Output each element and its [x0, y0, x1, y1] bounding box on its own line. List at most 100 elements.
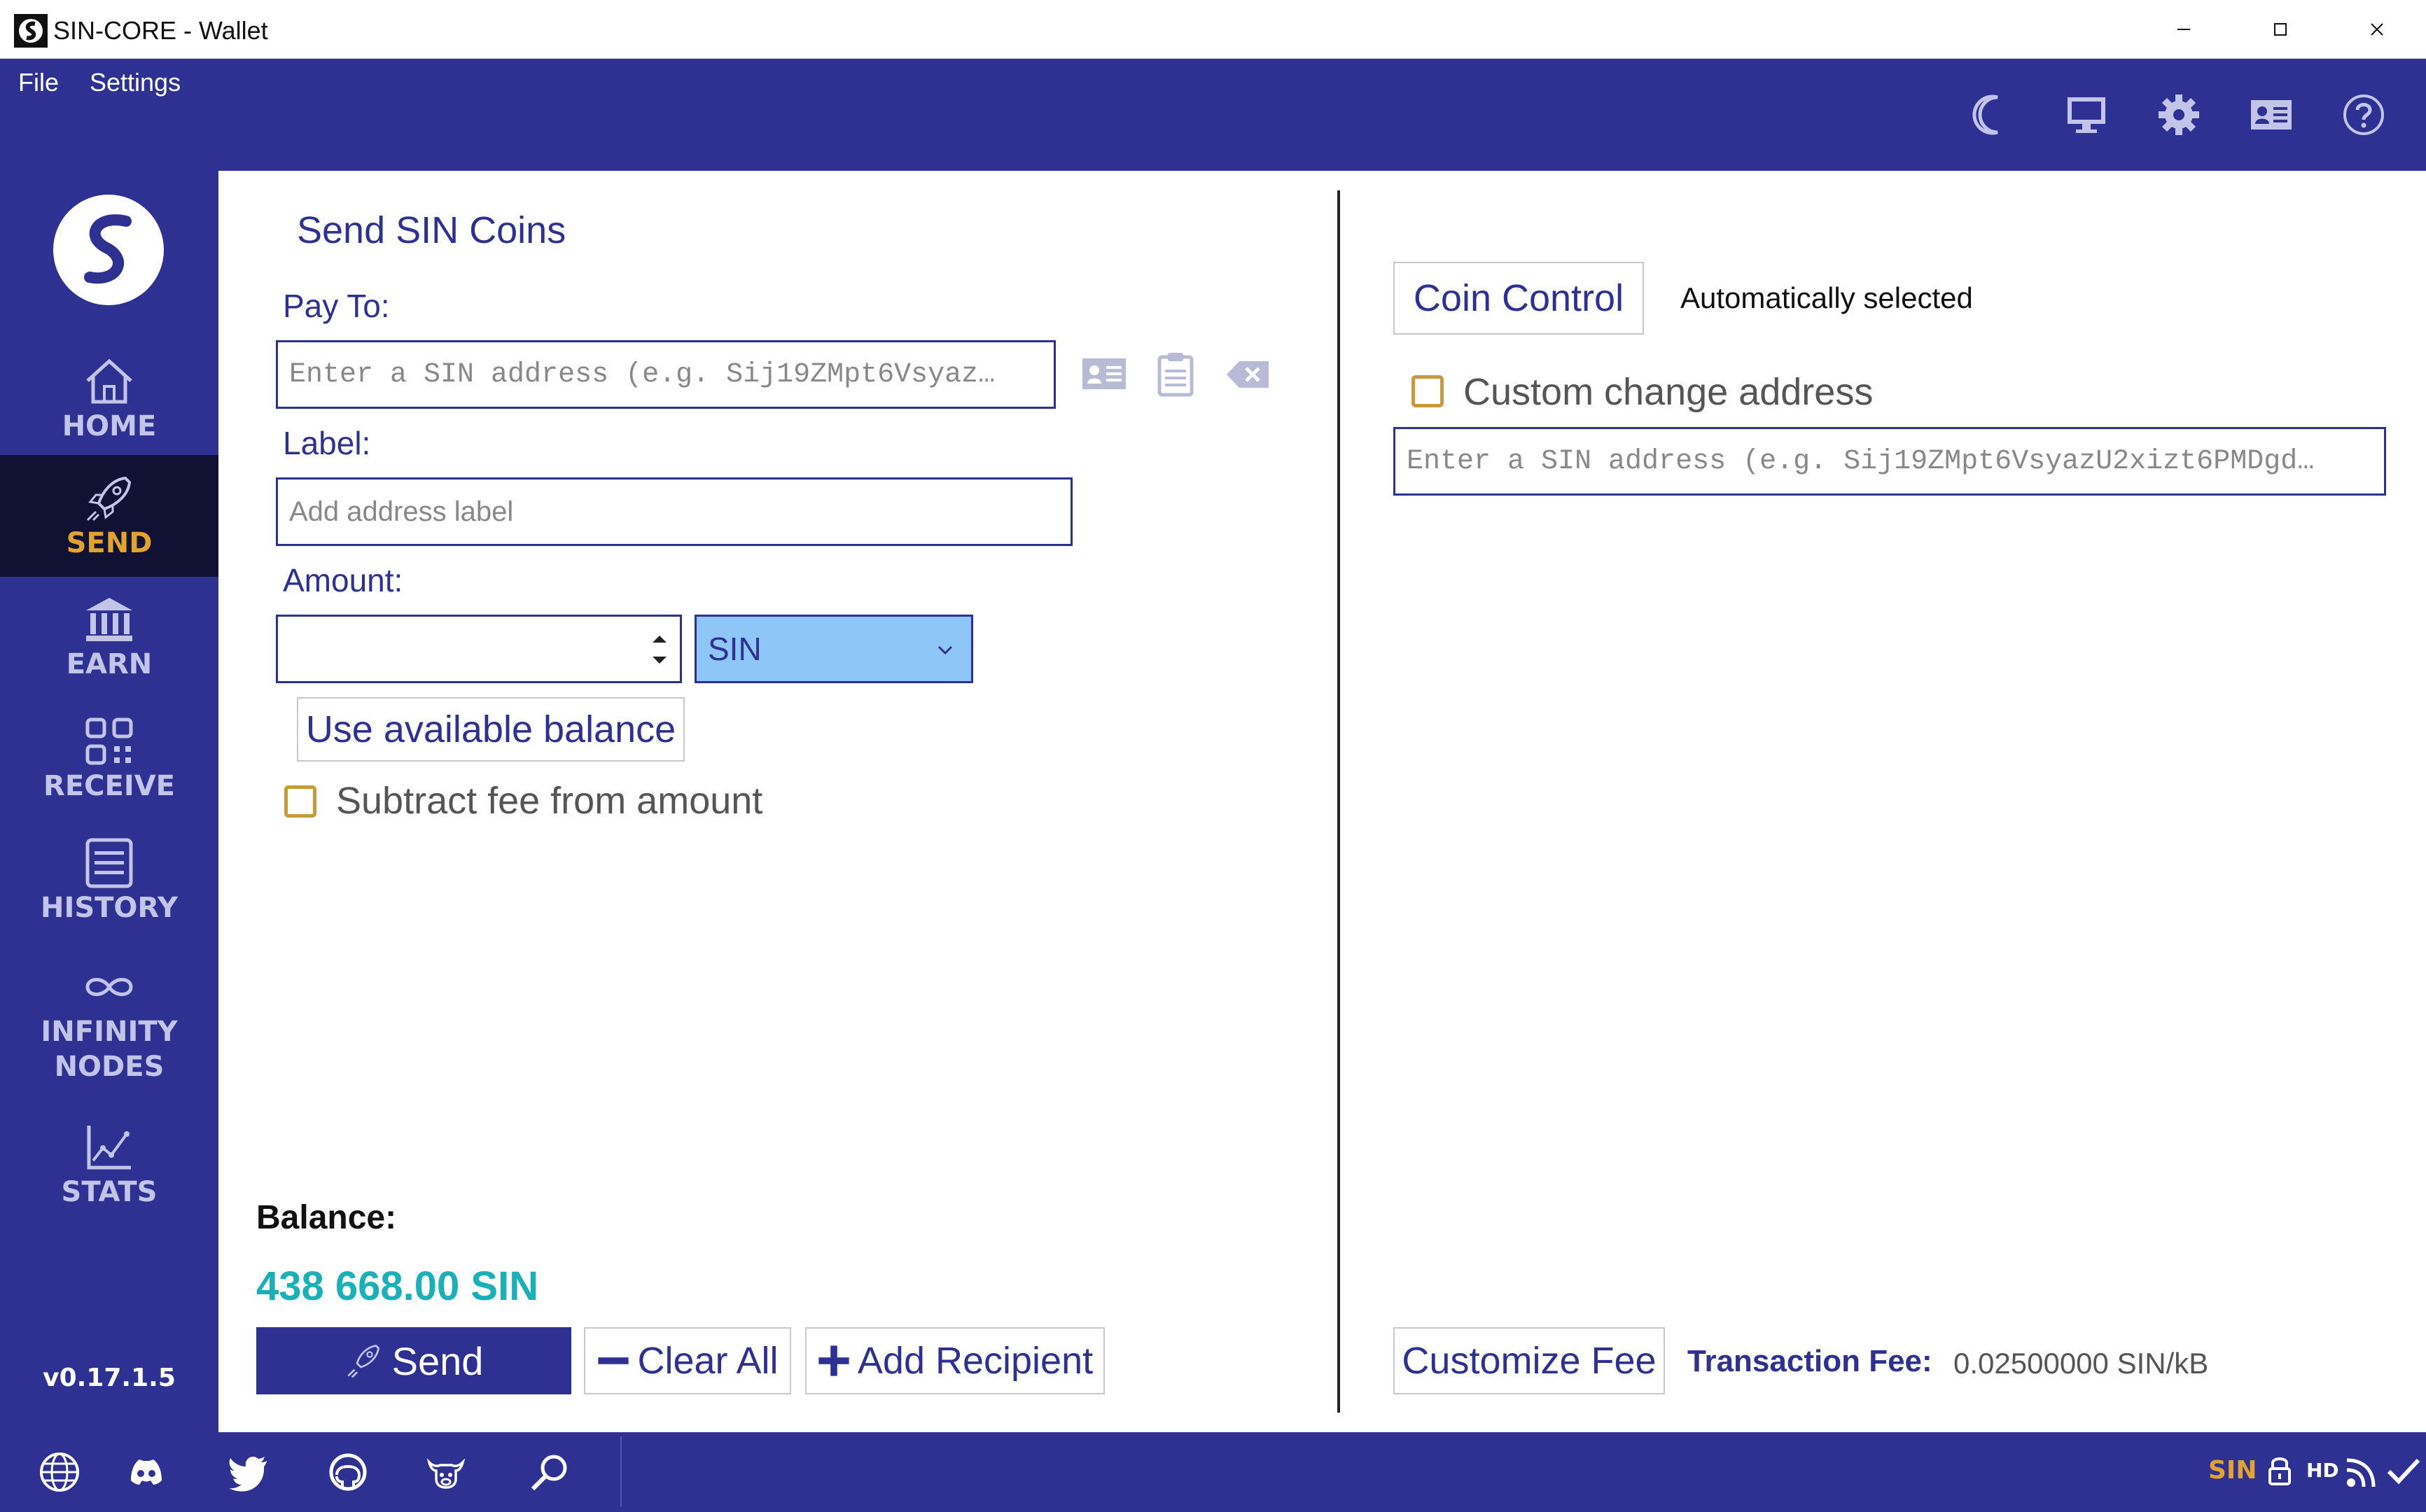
backspace-icon: [1227, 361, 1269, 388]
minimize-icon: [2177, 29, 2190, 30]
rocket-icon: [86, 476, 132, 522]
pay-to-label: Pay To:: [283, 288, 390, 324]
github-icon: [329, 1453, 367, 1491]
version-label: v0.17.1.5: [43, 1364, 176, 1392]
sin-logo: [53, 195, 164, 305]
search-icon: [531, 1455, 567, 1491]
sidebar-item-history[interactable]: HISTORY: [0, 825, 218, 937]
hd-status: HD: [2306, 1459, 2339, 1482]
sidebar-item-label: EARN: [66, 648, 153, 680]
website-link[interactable]: [34, 1446, 85, 1498]
transaction-fee-label: Transaction Fee:: [1687, 1344, 1932, 1378]
subtract-fee-label: Subtract fee from amount: [336, 780, 763, 822]
lock-icon: [2268, 1457, 2291, 1485]
github-link[interactable]: [322, 1446, 374, 1498]
add-recipient-label: Add Recipient: [857, 1340, 1094, 1382]
title-bar: [0, 0, 2426, 59]
twitter-link[interactable]: [223, 1446, 274, 1498]
coin-control-status: Automatically selected: [1680, 281, 1973, 314]
bull-icon: [426, 1458, 466, 1489]
moon-icon: [1972, 94, 1998, 135]
stats-icon: [87, 1126, 131, 1170]
amount-input[interactable]: [276, 615, 682, 683]
send-button[interactable]: Send: [256, 1327, 571, 1394]
label-input[interactable]: Add address label: [276, 477, 1073, 546]
minimize-button[interactable]: [2135, 0, 2232, 59]
contact-card-icon: [1082, 358, 1126, 389]
send-button-label: Send: [391, 1338, 484, 1383]
plus-icon: [818, 1345, 849, 1376]
label-field-label: Label:: [283, 425, 371, 461]
close-button[interactable]: [2329, 0, 2425, 59]
sidebar-item-infinity-nodes[interactable]: INFINITY NODES: [0, 952, 218, 1092]
maximize-icon: [2274, 23, 2287, 36]
coin-control-button[interactable]: Coin Control: [1393, 262, 1644, 335]
spinner-arrows-icon: [653, 636, 667, 664]
bank-icon: [86, 598, 132, 641]
globe-icon: [40, 1452, 79, 1492]
add-recipient-button[interactable]: Add Recipient: [805, 1327, 1105, 1394]
gear-icon: [2159, 94, 2199, 135]
amount-spinner[interactable]: [646, 622, 674, 678]
sync-status: [2385, 1452, 2422, 1490]
custom-change-label: Custom change address: [1463, 371, 1874, 413]
amount-label: Amount:: [283, 562, 403, 598]
unit-select[interactable]: SIN: [695, 615, 973, 683]
maximize-button[interactable]: [2232, 0, 2329, 59]
bottom-divider: [620, 1436, 622, 1506]
bull-link[interactable]: [420, 1446, 472, 1498]
sidebar-item-label: RECEIVE: [43, 770, 175, 802]
checkmark-icon: [2387, 1458, 2420, 1485]
sidebar-item-earn[interactable]: EARN: [0, 581, 218, 693]
rocket-icon: [347, 1344, 379, 1378]
sidebar-item-label: HISTORY: [40, 892, 179, 924]
sidebar-item-stats[interactable]: STATS: [0, 1109, 218, 1221]
address-book-button[interactable]: [2243, 87, 2299, 143]
balance-value: 438 668.00 SIN: [256, 1264, 539, 1309]
menu-file[interactable]: File: [18, 67, 59, 98]
transaction-fee-value: 0.02500000 SIN/kB: [1953, 1347, 2209, 1380]
settings-button[interactable]: [2151, 87, 2207, 143]
unit-select-value: SIN: [708, 631, 762, 667]
sidebar-item-label: HOME: [62, 410, 157, 442]
address-book-button[interactable]: [1074, 344, 1134, 405]
discord-link[interactable]: [120, 1446, 172, 1498]
theme-toggle-button[interactable]: [1965, 87, 2021, 143]
history-icon: [85, 838, 133, 888]
app-icon: [14, 14, 48, 48]
subtract-fee-checkbox[interactable]: [284, 785, 316, 818]
column-divider: [1337, 190, 1340, 1413]
paste-button[interactable]: [1145, 344, 1206, 405]
menu-settings[interactable]: Settings: [90, 67, 181, 98]
unit-indicator[interactable]: SIN: [2208, 1456, 2257, 1485]
minus-icon: [598, 1357, 629, 1364]
clear-address-button[interactable]: [1218, 344, 1278, 405]
contact-card-icon: [2251, 100, 2292, 130]
explorer-link[interactable]: [524, 1446, 576, 1498]
sidebar-item-receive[interactable]: RECEIVE: [0, 703, 218, 815]
change-address-input[interactable]: Enter a SIN address (e.g. Sij19ZMpt6Vsya…: [1393, 427, 2386, 496]
sidebar-item-send[interactable]: SEND: [0, 455, 218, 577]
connection-icon: [2346, 1458, 2376, 1488]
sidebar-item-label: INFINITY NODES: [41, 1016, 178, 1083]
pay-to-input[interactable]: Enter a SIN address (e.g. Sij19ZMpt6Vsya…: [276, 340, 1056, 409]
overview-button[interactable]: [2058, 87, 2114, 143]
close-icon: [2371, 23, 2383, 36]
custom-change-checkbox[interactable]: [1411, 375, 1444, 407]
sidebar-item-home[interactable]: HOME: [0, 343, 218, 455]
use-available-balance-button[interactable]: Use available balance: [297, 697, 685, 762]
customize-fee-button[interactable]: Customize Fee: [1393, 1327, 1665, 1394]
infinity-icon: [85, 978, 133, 996]
page-title: Send SIN Coins: [297, 209, 566, 251]
wallet-lock-status: [2264, 1453, 2295, 1487]
clear-all-label: Clear All: [637, 1340, 779, 1382]
discord-icon: [131, 1460, 162, 1485]
balance-label: Balance:: [256, 1199, 397, 1236]
monitor-icon: [2068, 97, 2105, 133]
network-status: [2344, 1452, 2382, 1490]
help-button[interactable]: [2336, 87, 2392, 143]
sidebar-item-label: SEND: [66, 527, 153, 559]
clear-all-button[interactable]: Clear All: [584, 1327, 791, 1394]
clipboard-icon: [1157, 353, 1194, 397]
qr-code-icon: [85, 718, 133, 765]
